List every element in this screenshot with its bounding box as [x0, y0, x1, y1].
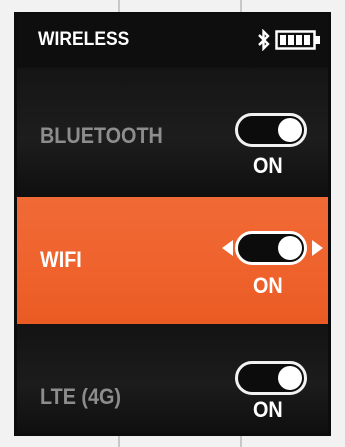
background-divider — [240, 436, 242, 447]
arrow-left-icon[interactable] — [222, 240, 233, 256]
wifi-toggle[interactable] — [235, 231, 307, 265]
battery-icon — [275, 30, 320, 50]
toggle-knob — [278, 366, 302, 390]
wifi-label: WIFI — [40, 247, 82, 272]
bluetooth-state: ON — [253, 153, 283, 178]
device-screen: WIRELESS BLUETOOTH ON WIFI ON LTE (4G) O… — [14, 12, 331, 436]
wifi-state: ON — [253, 273, 283, 298]
bluetooth-toggle[interactable] — [235, 113, 307, 147]
lte-label: LTE (4G) — [40, 384, 122, 409]
lte-toggle[interactable] — [235, 361, 307, 395]
background-divider — [118, 436, 120, 447]
background-divider — [240, 0, 242, 12]
wifi-setting-row[interactable]: WIFI ON — [17, 197, 328, 324]
bluetooth-label: BLUETOOTH — [40, 123, 163, 148]
lte-state: ON — [253, 397, 283, 422]
bluetooth-setting-row[interactable]: BLUETOOTH ON — [17, 68, 328, 197]
bluetooth-icon — [258, 29, 270, 51]
lte-setting-row[interactable]: LTE (4G) ON — [17, 324, 328, 433]
status-bar: WIRELESS — [17, 15, 328, 67]
background-divider — [118, 0, 120, 12]
toggle-knob — [278, 236, 302, 260]
screen-title: WIRELESS — [38, 29, 130, 50]
toggle-knob — [278, 118, 302, 142]
arrow-right-icon[interactable] — [312, 240, 323, 256]
